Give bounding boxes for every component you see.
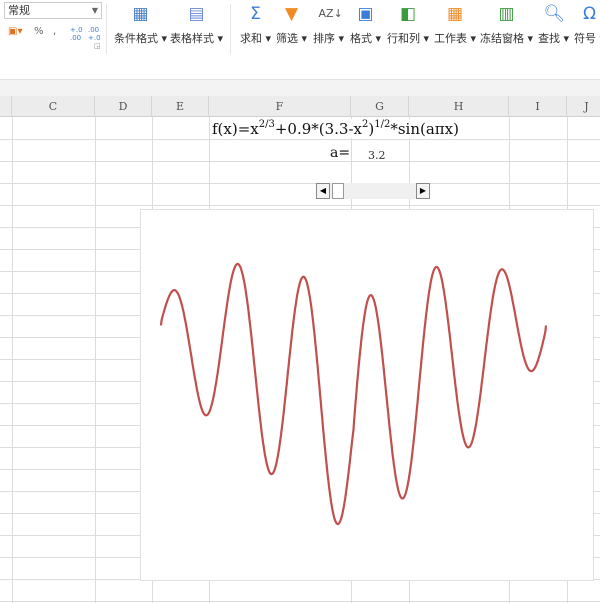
label: 筛选 (276, 32, 298, 45)
sum-button[interactable]: Σ 求和 ▾ (240, 4, 271, 46)
ribbon-gap (0, 80, 600, 96)
column-header-f[interactable]: F (209, 96, 351, 117)
filter-icon: ▼ (284, 4, 299, 24)
column-line (12, 117, 13, 603)
comma-button[interactable]: , (53, 26, 56, 37)
ribbon: 常规 ▼ ▣▾ % , +.0.00 .00 +.0 ▦ 条件格式 ▾ ▤ 表格样式 ▾… (0, 0, 600, 80)
column-header-h[interactable]: H (409, 96, 509, 117)
number-format-select[interactable]: 常规 ▼ (4, 2, 102, 19)
column-header-i[interactable]: I (509, 96, 567, 117)
a-scrollbar[interactable]: ◀ ▶ (316, 183, 430, 199)
worksheet-button[interactable]: ▦ 工作表 ▾ (434, 4, 476, 46)
find-icon: 🔍︎ (543, 4, 566, 24)
row-line (0, 161, 600, 162)
sort-button[interactable]: AZ↓ 排序 ▾ (313, 4, 344, 46)
formula-exponent: 2/3 (258, 119, 275, 130)
column-headers: C D E F G H I J (0, 96, 600, 117)
row-line (0, 205, 600, 206)
label: 冻结窗格 (480, 32, 524, 45)
column-header-e[interactable]: E (152, 96, 209, 117)
label: 行和列 (387, 32, 420, 45)
worksheet-icon: ▦ (446, 4, 464, 24)
percent-button[interactable]: % (34, 26, 44, 37)
label: 格式 (350, 32, 372, 45)
table-style-button[interactable]: ▤ 表格样式 ▾ (170, 4, 223, 46)
symbol-button[interactable]: Ω符号 ▾ (574, 4, 600, 46)
column-line (95, 117, 96, 603)
sort-icon: AZ↓ (318, 7, 343, 20)
divider (230, 4, 231, 54)
scroll-right-button[interactable]: ▶ (416, 183, 430, 199)
increase-decimal-button[interactable]: +.0.00 (70, 26, 83, 42)
a-value-cell[interactable]: 3.2 (368, 149, 386, 162)
row-line (0, 183, 600, 184)
label: 求和 (240, 32, 262, 45)
a-label: a= (330, 145, 351, 161)
column-header-partial[interactable] (0, 96, 12, 117)
formula-part: +0.9*(3.3-x (274, 120, 363, 138)
conditional-format-button[interactable]: ▦ 条件格式 ▾ (114, 4, 167, 46)
label: 工作表 (434, 32, 467, 45)
scrollbar-thumb[interactable] (332, 183, 344, 199)
label: 符号 (574, 32, 596, 45)
dialog-launcher-icon[interactable]: ◲ (94, 42, 101, 50)
table-style-icon: ▤ (188, 4, 205, 24)
format-icon: ▣ (357, 4, 374, 24)
row-col-icon: ◧ (399, 4, 417, 24)
freeze-pane-button[interactable]: ▥ 冻结窗格 ▾ (480, 4, 533, 46)
column-header-j[interactable]: J (567, 96, 600, 117)
chevron-down-icon: ▼ (91, 6, 98, 15)
conditional-format-icon: ▦ (132, 4, 149, 24)
label: 条件格式 (114, 32, 158, 45)
row-line (0, 601, 600, 602)
sigma-icon: Σ (250, 4, 261, 24)
scroll-left-button[interactable]: ◀ (316, 183, 330, 199)
label: 查找 (538, 32, 560, 45)
chart[interactable] (140, 209, 594, 581)
formula-part: f(x)=x (212, 120, 259, 138)
omega-icon: Ω (583, 4, 597, 24)
label: 表格样式 (170, 32, 214, 45)
column-header-c[interactable]: C (12, 96, 95, 117)
divider (106, 4, 107, 54)
freeze-pane-icon: ▥ (498, 4, 515, 24)
arrow-right-icon: ▶ (419, 186, 427, 195)
row-line (0, 139, 600, 140)
column-header-g[interactable]: G (351, 96, 409, 117)
currency-format-icon[interactable]: ▣▾ (8, 26, 22, 37)
format-button[interactable]: ▣ 格式 ▾ (350, 4, 381, 46)
find-button[interactable]: 🔍︎ 查找 ▾ (538, 4, 569, 46)
formula-text: f(x)=x2/3+0.9*(3.3-x2)1/2*sin(aπx) (212, 119, 459, 138)
number-format-value: 常规 (8, 4, 30, 17)
column-header-d[interactable]: D (95, 96, 152, 117)
filter-button[interactable]: ▼ 筛选 ▾ (276, 4, 307, 46)
series-line (159, 262, 548, 526)
row-col-button[interactable]: ◧ 行和列 ▾ (387, 4, 429, 46)
label: 排序 (313, 32, 335, 45)
arrow-left-icon: ◀ (319, 186, 327, 195)
formula-exponent: 1/2 (374, 119, 391, 130)
chart-svg (159, 262, 548, 526)
formula-part: *sin(aπx) (390, 120, 459, 138)
decrease-decimal-button[interactable]: .00 +.0 (88, 26, 101, 42)
